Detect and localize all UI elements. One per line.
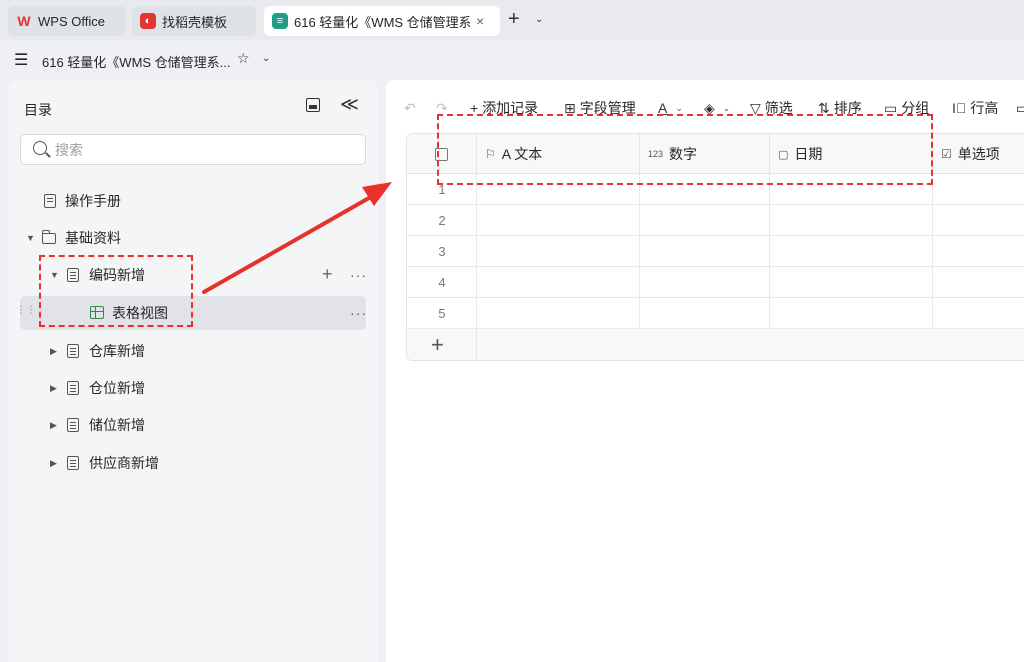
sidebar-item-position-add[interactable]: ▶ 仓位新增 (20, 371, 366, 405)
sidebar-item-label: 供应商新增 (89, 455, 159, 471)
column-label: 单选项 (957, 146, 1000, 162)
tab-docer[interactable]: ◐ 找稻壳模板 (132, 6, 256, 36)
menu-icon[interactable]: ☰ (14, 50, 28, 70)
chevron-down-icon[interactable]: ⌄ (535, 14, 543, 25)
search-icon (33, 141, 47, 155)
caret-down-icon[interactable]: ▼ (26, 233, 35, 243)
star-icon[interactable]: ☆ (237, 50, 250, 67)
search-input[interactable] (55, 140, 355, 160)
docer-icon: ◐ (140, 13, 156, 29)
caret-right-icon[interactable]: ▶ (50, 420, 57, 431)
table-icon (67, 456, 79, 470)
sidebar-item-label: 基础资料 (65, 230, 121, 246)
sidebar-item-label: 操作手册 (65, 193, 121, 209)
grid-cell[interactable] (770, 236, 933, 267)
more-icon[interactable]: ··· (350, 305, 367, 321)
annotation-highlight-headers (437, 114, 933, 185)
table-icon (67, 381, 79, 395)
tab-wps-office[interactable]: W WPS Office (8, 6, 126, 36)
sidebar-item-label: 仓库新增 (89, 343, 145, 359)
collapse-sidebar-icon[interactable]: ≪ (340, 94, 359, 115)
checkbox-icon: ☑ (941, 147, 952, 161)
sidebar-item-storage-add[interactable]: ▶ 储位新增 (20, 408, 366, 442)
grid-cell[interactable] (477, 236, 640, 267)
caret-right-icon[interactable]: ▶ (50, 383, 57, 394)
table-row[interactable]: 5 (407, 298, 1024, 329)
document-icon (44, 194, 56, 208)
table-app-icon: ≡ (272, 13, 288, 29)
sidebar-item-supplier-add[interactable]: ▶ 供应商新增 (20, 446, 366, 480)
tab-label: 616 轻量化《WMS 仓储管理系统》 (294, 14, 470, 30)
grid-cell[interactable] (477, 267, 640, 298)
grid-cell[interactable] (640, 267, 770, 298)
grid-cell[interactable] (770, 298, 933, 329)
table-icon (67, 418, 79, 432)
grid-cell[interactable] (477, 298, 640, 329)
new-tab-button[interactable]: + (508, 8, 520, 31)
row-header-cell (407, 205, 477, 236)
grid-cell[interactable] (640, 298, 770, 329)
document-header: ☰ 616 轻量化《WMS 仓储管理系... ☆ ⌄ (0, 40, 1024, 80)
drag-handle-icon[interactable]: ⋮⋮ (16, 306, 36, 316)
more-icon[interactable]: ··· (350, 267, 367, 283)
add-row-icon[interactable]: + (431, 332, 444, 358)
grid-cell[interactable] (770, 205, 933, 236)
sidebar: 目录 ≪ 操作手册 ▼ 基础资料 ▼ 编码新增 + ··· ⋮⋮ 表格视图 ··… (8, 80, 378, 662)
row-height-icon: I⃞ (952, 100, 967, 116)
browser-tab-bar: W WPS Office ◐ 找稻壳模板 ≡ 616 轻量化《WMS 仓储管理系… (0, 0, 1024, 40)
sidebar-item-warehouse-add[interactable]: ▶ 仓库新增 (20, 334, 366, 368)
caret-right-icon[interactable]: ▶ (50, 346, 57, 357)
grid-cell[interactable] (770, 267, 933, 298)
row-header-cell (407, 236, 477, 267)
tab-wms[interactable]: ≡ 616 轻量化《WMS 仓储管理系统》 × (264, 6, 500, 36)
table-icon (67, 344, 79, 358)
grid-cell[interactable] (640, 236, 770, 267)
grid-cell[interactable] (477, 205, 640, 236)
column-header-single-select[interactable]: ☑ 单选项 (933, 134, 1024, 174)
row-height-button[interactable]: I⃞ 行高 (952, 98, 998, 118)
more-toolbar-icon[interactable]: ▭ (1016, 98, 1024, 118)
sidebar-item-basic-data[interactable]: ▼ 基础资料 (20, 221, 366, 255)
chevron-down-icon: ⌄ (675, 102, 683, 113)
grid-cell[interactable] (640, 205, 770, 236)
document-title[interactable]: 616 轻量化《WMS 仓储管理系... (42, 52, 231, 71)
row-height-label: 行高 (970, 100, 999, 116)
tab-label: WPS Office (38, 13, 105, 29)
chevron-down-icon[interactable]: ⌄ (262, 53, 270, 64)
sidebar-item-manual[interactable]: 操作手册 (20, 184, 366, 218)
table-row[interactable]: 4 (407, 267, 1024, 298)
sidebar-title: 目录 (24, 102, 52, 118)
divider (476, 329, 477, 360)
folder-icon (42, 230, 56, 244)
row-header-cell (407, 298, 477, 329)
search-box (20, 134, 366, 165)
table-row[interactable]: 3 (407, 236, 1024, 267)
table-row[interactable]: 2 (407, 205, 1024, 236)
caret-right-icon[interactable]: ▶ (50, 458, 57, 469)
add-icon[interactable]: + (322, 264, 333, 285)
wps-logo-icon: W (17, 13, 31, 29)
panel-icon[interactable] (306, 98, 320, 112)
chevron-down-icon: ⌄ (722, 102, 731, 113)
close-icon[interactable]: × (476, 13, 484, 29)
undo-button[interactable]: ↶ (404, 98, 416, 118)
tab-label: 找稻壳模板 (162, 14, 228, 30)
sidebar-item-label: 仓位新增 (89, 380, 145, 396)
row-header-cell (407, 267, 477, 298)
sidebar-item-label: 储位新增 (89, 417, 145, 433)
annotation-highlight-sidebar (39, 255, 193, 327)
add-row-bar[interactable]: + (407, 329, 1024, 360)
